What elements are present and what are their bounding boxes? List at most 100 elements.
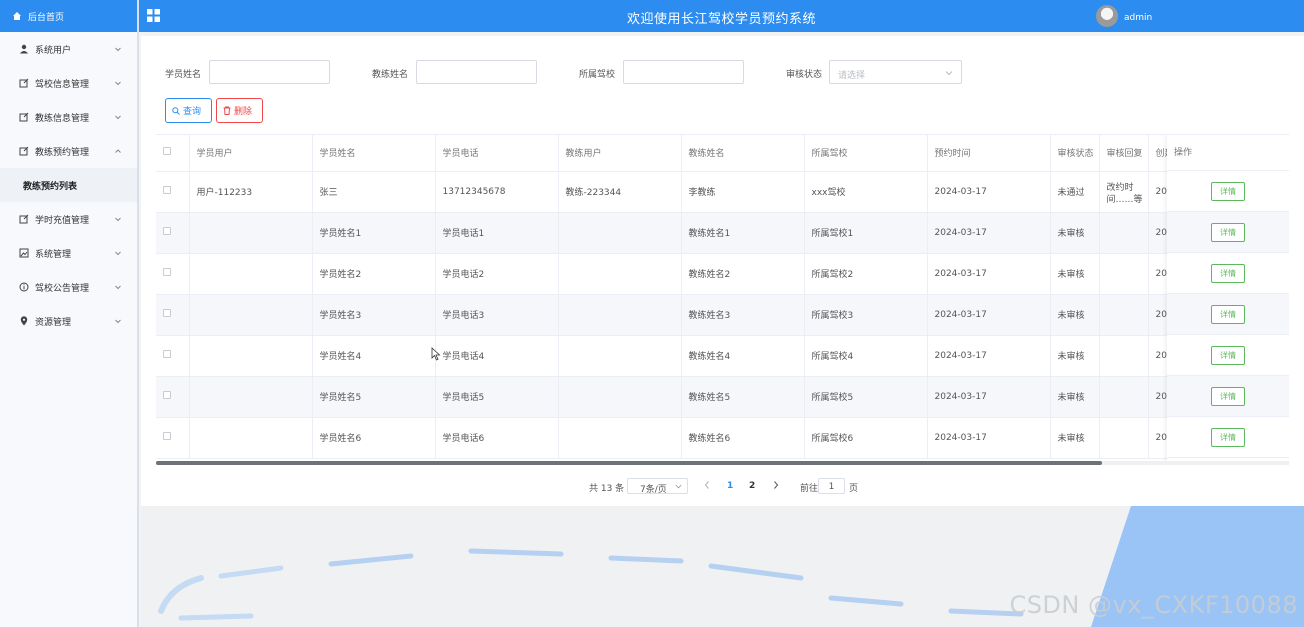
row-checkbox[interactable] bbox=[163, 391, 171, 399]
cell-student-name: 学员姓名5 bbox=[312, 376, 436, 418]
search-icon bbox=[172, 106, 180, 115]
sidebar-item-0[interactable]: 系统用户 bbox=[0, 32, 137, 66]
detail-button[interactable]: 详情 bbox=[1211, 263, 1245, 283]
avatar[interactable] bbox=[1096, 5, 1118, 27]
sidebar-item-3[interactable]: 教练预约管理 bbox=[0, 134, 137, 168]
table-row[interactable]: 学员姓名3 学员电话3 教练姓名3 所属驾校3 2024-03-17 未审核 202 bbox=[156, 294, 1289, 336]
data-table: 学员用户 学员姓名 学员电话 教练用户 教练姓名 所属驾校 预约时间 审核状态 审核回复 创建 用… bbox=[156, 134, 1289, 463]
row-checkbox[interactable] bbox=[163, 186, 171, 194]
prev-page-icon[interactable] bbox=[703, 480, 711, 490]
row-checkbox[interactable] bbox=[163, 227, 171, 235]
operation-cell: 详情 bbox=[1167, 253, 1289, 294]
status-select[interactable]: 请选择 bbox=[829, 60, 962, 84]
cell-coach-user bbox=[558, 417, 682, 459]
detail-button[interactable]: 详情 bbox=[1211, 386, 1245, 406]
cell-student-user: 用户-112233 bbox=[189, 171, 313, 213]
page-size-value: 7条/页 bbox=[640, 485, 667, 495]
sidebar-home[interactable]: 后台首页 bbox=[0, 0, 137, 32]
edit-icon bbox=[19, 78, 29, 88]
cell-student-user bbox=[189, 376, 313, 418]
detail-button[interactable]: 详情 bbox=[1211, 222, 1245, 242]
next-page-icon[interactable] bbox=[772, 480, 780, 490]
table-row[interactable]: 学员姓名5 学员电话5 教练姓名5 所属驾校5 2024-03-17 未审核 202 bbox=[156, 376, 1289, 418]
sidebar-item-label: 系统用户 bbox=[35, 45, 72, 56]
sidebar-item-label: 教练信息管理 bbox=[35, 113, 90, 124]
row-checkbox[interactable] bbox=[163, 432, 171, 440]
column-header: 审核状态 bbox=[1050, 135, 1100, 172]
detail-button[interactable]: 详情 bbox=[1211, 304, 1245, 324]
school-input[interactable] bbox=[623, 60, 744, 84]
detail-button[interactable]: 详情 bbox=[1211, 181, 1245, 201]
goto-page-input[interactable]: 1 bbox=[818, 478, 845, 494]
sidebar: 后台首页 系统用户驾校信息管理教练信息管理 教练预约管理教练预约列表学时充值管理系… bbox=[0, 0, 139, 627]
cell-status: 未通过 bbox=[1050, 171, 1100, 213]
sidebar-item-label: 学时充值管理 bbox=[35, 215, 90, 226]
table-row[interactable]: 学员姓名6 学员电话6 教练姓名6 所属驾校6 2024-03-17 未审核 202 bbox=[156, 417, 1289, 459]
cell-coach-name: 教练姓名4 bbox=[681, 335, 805, 377]
row-checkbox[interactable] bbox=[163, 309, 171, 317]
cell-student-user bbox=[189, 417, 313, 459]
cell-status: 未审核 bbox=[1050, 253, 1100, 295]
table-row[interactable]: 学员姓名2 学员电话2 教练姓名2 所属驾校2 2024-03-17 未审核 202 bbox=[156, 253, 1289, 295]
query-button[interactable]: 查询 bbox=[165, 98, 212, 123]
cell-reply bbox=[1099, 376, 1149, 418]
page-1[interactable]: 1 bbox=[727, 481, 733, 491]
cell-reply bbox=[1099, 417, 1149, 459]
row-checkbox[interactable] bbox=[163, 350, 171, 358]
student-name-input[interactable] bbox=[209, 60, 330, 84]
cell-student-user bbox=[189, 294, 313, 336]
operation-column: 操作 详情 详情 详情 详情 详情 详情 详情 bbox=[1167, 135, 1289, 463]
sidebar-item-label: 教练预约管理 bbox=[35, 147, 90, 158]
cell-phone: 13712345678 bbox=[435, 171, 559, 213]
delete-button-label: 删除 bbox=[234, 107, 253, 117]
username[interactable]: admin bbox=[1124, 13, 1152, 23]
sidebar-item-7[interactable]: 资源管理 bbox=[0, 304, 137, 338]
column-header: 教练姓名 bbox=[681, 135, 805, 172]
home-icon bbox=[13, 12, 21, 20]
status-placeholder: 请选择 bbox=[838, 71, 866, 81]
cell-phone: 学员电话5 bbox=[435, 376, 559, 418]
cell-time: 2024-03-17 bbox=[927, 335, 1051, 377]
cell-student-name: 学员姓名4 bbox=[312, 335, 436, 377]
cell-status: 未审核 bbox=[1050, 294, 1100, 336]
cell-coach-name: 教练姓名3 bbox=[681, 294, 805, 336]
sidebar-item-2[interactable]: 教练信息管理 bbox=[0, 100, 137, 134]
sidebar-item-5[interactable]: 系统管理 bbox=[0, 236, 137, 270]
horizontal-scrollbar[interactable] bbox=[156, 461, 1289, 465]
cell-time: 2024-03-17 bbox=[927, 376, 1051, 418]
image-icon bbox=[19, 248, 29, 258]
row-select-cell bbox=[156, 212, 190, 254]
detail-button[interactable]: 详情 bbox=[1211, 345, 1245, 365]
operation-header: 操作 bbox=[1167, 135, 1289, 171]
cell-reply bbox=[1099, 294, 1149, 336]
cell-status: 未审核 bbox=[1050, 212, 1100, 254]
status-label: 审核状态 bbox=[786, 70, 823, 80]
sidebar-item-4[interactable]: 学时充值管理 bbox=[0, 202, 137, 236]
row-checkbox[interactable] bbox=[163, 268, 171, 276]
sidebar-item-6[interactable]: 驾校公告管理 bbox=[0, 270, 137, 304]
table-row[interactable]: 学员姓名4 学员电话4 教练姓名4 所属驾校4 2024-03-17 未审核 202 bbox=[156, 335, 1289, 377]
cell-student-name: 学员姓名1 bbox=[312, 212, 436, 254]
location-icon bbox=[19, 316, 29, 326]
scrollbar-thumb[interactable] bbox=[156, 461, 1102, 465]
delete-button[interactable]: 删除 bbox=[216, 98, 263, 123]
cell-coach-user bbox=[558, 253, 682, 295]
chevron-down-icon bbox=[115, 115, 121, 120]
page-2[interactable]: 2 bbox=[749, 481, 755, 491]
column-header: 学员用户 bbox=[189, 135, 313, 172]
cell-school: 所属驾校2 bbox=[804, 253, 928, 295]
detail-button[interactable]: 详情 bbox=[1211, 427, 1245, 447]
coach-name-input[interactable] bbox=[416, 60, 537, 84]
sidebar-subitem-booking-list[interactable]: 教练预约列表 bbox=[0, 168, 137, 202]
table-row[interactable]: 学员姓名1 学员电话1 教练姓名1 所属驾校1 2024-03-17 未审核 202 bbox=[156, 212, 1289, 254]
top-header: 欢迎使用长江驾校学员预约系统 admin bbox=[139, 0, 1304, 32]
select-all-checkbox[interactable] bbox=[163, 147, 171, 156]
sidebar-item-1[interactable]: 驾校信息管理 bbox=[0, 66, 137, 100]
cell-coach-user bbox=[558, 212, 682, 254]
cell-student-user bbox=[189, 335, 313, 377]
cell-coach-name: 教练姓名6 bbox=[681, 417, 805, 459]
table-row[interactable]: 用户-112233 张三 13712345678 教练-223344 李教练 xxx驾校 2… bbox=[156, 171, 1289, 213]
cell-coach-user: 教练-223344 bbox=[558, 171, 682, 213]
page-size-select[interactable]: 7条/页 bbox=[627, 478, 688, 495]
chevron-down-icon bbox=[945, 71, 953, 76]
